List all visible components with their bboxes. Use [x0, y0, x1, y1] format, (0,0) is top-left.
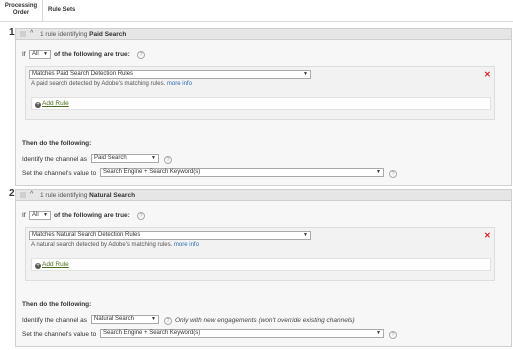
rule-card: Matches Natural Search Detection Rules ▼ … — [25, 227, 495, 281]
rule-card: Matches Paid Search Detection Rules ▼ A p… — [25, 66, 495, 120]
channel-select[interactable]: Natural Search ▼ — [91, 315, 159, 324]
then-label: Then do the following: — [22, 140, 92, 147]
rule-description: A paid search detected by Adobe's matchi… — [31, 81, 192, 87]
more-info-link[interactable]: more info — [167, 81, 192, 87]
rule-select[interactable]: Matches Paid Search Detection Rules ▼ — [29, 70, 311, 79]
ruleset-title: 1 rule identifying Natural Search — [40, 191, 136, 199]
rule-select[interactable]: Matches Natural Search Detection Rules ▼ — [29, 231, 311, 240]
rule-description: A natural search detected by Adobe's mat… — [31, 242, 199, 248]
help-icon[interactable]: ? — [137, 51, 145, 59]
if-label: If — [22, 212, 26, 219]
ruleset-header[interactable]: ^ 1 rule identifying Paid Search — [16, 29, 511, 40]
then-label: Then do the following: — [22, 301, 92, 308]
channel-value-select[interactable]: Search Engine + Search Keyword(s) ▼ — [100, 329, 384, 338]
ruleset-number: 1 — [9, 27, 15, 38]
ruleset-title: 1 rule identifying Paid Search — [40, 30, 127, 38]
add-rule-area: + Add Rule — [31, 258, 491, 271]
plus-circle-icon: + — [35, 263, 41, 269]
match-suffix: of the following are true: — [54, 212, 130, 219]
set-value-label: Set the channel's value to — [22, 170, 97, 177]
add-rule-button[interactable]: + Add Rule — [35, 100, 69, 108]
ruleset-header[interactable]: ^ 1 rule identifying Natural Search — [16, 190, 511, 201]
match-select[interactable]: All ▼ — [29, 211, 51, 220]
ruleset-number: 2 — [9, 188, 15, 199]
identify-label: Identify the channel as — [22, 156, 88, 163]
add-rule-button[interactable]: + Add Rule — [35, 261, 69, 269]
chevron-up-icon[interactable]: ^ — [30, 30, 33, 37]
chevron-up-icon[interactable]: ^ — [30, 191, 33, 198]
channel-value-select[interactable]: Search Engine + Search Keyword(s) ▼ — [100, 168, 384, 177]
help-icon[interactable]: ? — [389, 331, 397, 339]
more-info-link[interactable]: more info — [174, 242, 199, 248]
help-icon[interactable]: ? — [389, 170, 397, 178]
add-rule-area: + Add Rule — [31, 97, 491, 110]
help-icon[interactable]: ? — [137, 212, 145, 220]
processing-order-header: Processing Order — [0, 0, 43, 21]
close-icon[interactable]: ✕ — [484, 231, 491, 240]
help-icon[interactable]: ? — [164, 156, 172, 164]
if-label: If — [22, 51, 26, 58]
identify-label: Identify the channel as — [22, 317, 88, 324]
engagement-note: Only with new engagements (won't overrid… — [175, 317, 355, 324]
drag-handle-icon[interactable] — [20, 31, 26, 37]
set-value-label: Set the channel's value to — [22, 331, 97, 338]
match-select[interactable]: All ▼ — [29, 50, 51, 59]
channel-select[interactable]: Paid Search ▼ — [91, 154, 159, 163]
drag-handle-icon[interactable] — [20, 192, 26, 198]
match-suffix: of the following are true: — [54, 51, 130, 58]
table-header: Processing Order Rule Sets — [0, 0, 513, 22]
plus-circle-icon: + — [35, 102, 41, 108]
rule-sets-header: Rule Sets — [48, 7, 76, 13]
close-icon[interactable]: ✕ — [484, 70, 491, 79]
help-icon[interactable]: ? — [164, 317, 172, 325]
